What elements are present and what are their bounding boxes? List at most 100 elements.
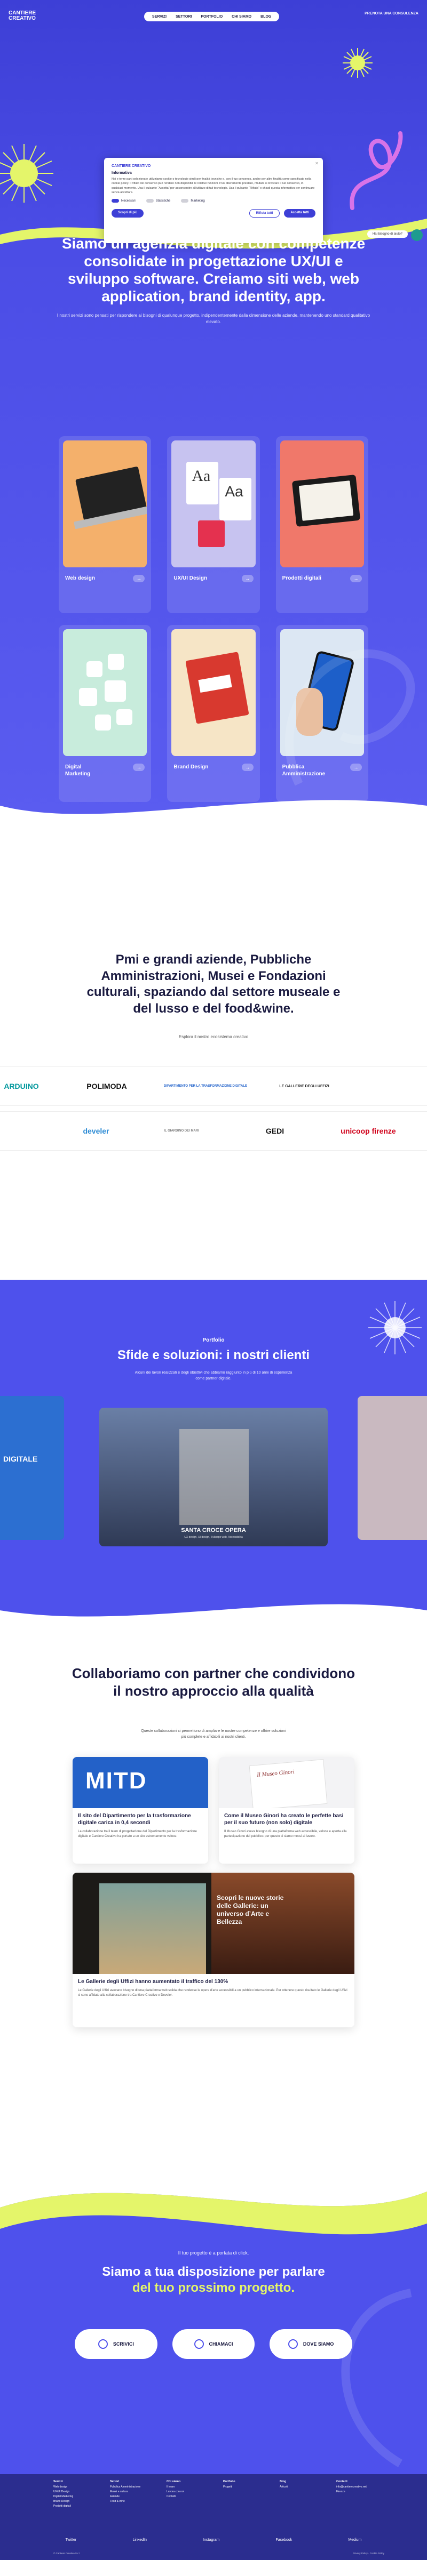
client-logo-giardino: IL GIARDINO DEI MARI [164,1129,199,1133]
client-logo-gedi: GEDI [265,1127,284,1135]
cookie-option-necessari[interactable]: Necessari [112,199,136,203]
client-logo-dipartimento: DIPARTIMENTO PER LA TRASFORMAZIONE DIGIT… [163,1085,248,1088]
case-text: Il Museo Ginori aveva bisogno di una pia… [224,1830,347,1838]
slide-meta: UX design, UI design, Sviluppo web, Acce… [184,1536,243,1539]
logo-line-2: CREATIVO [9,15,36,21]
uffizi-image: Scopri le nuove storie delle Gallerie: u… [73,1873,354,1974]
sun-decoration-icon [343,48,373,78]
legal-links[interactable]: Privacy Policy · Cookie Policy [353,2552,384,2555]
nav-item-chi-siamo[interactable]: CHI SIAMO [228,15,255,19]
cookie-reject-button[interactable]: Rifiuta tutti [249,209,280,218]
hero-subtext: I nostri servizi sono pensati per rispon… [57,313,370,325]
footer-link[interactable]: Digital Marketing [53,2494,101,2499]
footer-link[interactable]: Prodotti digitali [53,2504,101,2509]
clients-subtext[interactable]: Esplora il nostro ecosistema creativo [0,1034,427,1039]
footer-link[interactable]: Pubblica Amministrazione [110,2485,158,2490]
cookie-text: Noi e terze parti selezionate utilizziam… [112,178,315,194]
portfolio-tag: Portfolio [202,1337,225,1343]
footer-link[interactable]: Il team [167,2485,215,2490]
case-title: Le Gallerie degli Uffizi hanno aumentato… [78,1979,228,1985]
painting-image [99,1883,206,1974]
partners-subtext: Queste collaborazioni ci permettono di a… [141,1729,286,1739]
social-link-medium[interactable]: Medium [348,2538,361,2542]
footer-column: Settori Pubblica Amministrazione Musei e … [110,2479,158,2509]
footer-link: Firenze [336,2490,345,2493]
nav-item-portfolio[interactable]: PORTFOLIO [197,15,226,19]
contact-section: Il tuo progetto è a portata di click. Si… [0,2170,427,2474]
social-link-linkedin[interactable]: LinkedIn [132,2538,146,2542]
arrow-right-icon: → [241,764,254,771]
where-we-are-button[interactable]: DOVE SIAMO [270,2329,353,2359]
cookie-option-marketing[interactable]: Marketing [181,199,205,203]
service-card-ux-ui-design[interactable]: Aa Aa UX/UI Design → [167,436,260,613]
clients-section: Pmi e grandi aziende, Pubbliche Amminist… [0,826,427,1280]
case-study-card[interactable]: Il Museo Ginori Come il Museo Ginori ha … [219,1757,354,1864]
legal-bar: © Cantiere Creativo S.r.l. Privacy Polic… [53,2552,384,2555]
case-study-card[interactable]: MITD Il sito del Dipartimento per la tra… [73,1757,208,1864]
service-card-prodotti-digitali[interactable]: Prodotti digitali → [275,436,368,613]
footer-link[interactable]: Articoli [280,2485,328,2490]
facade-image [179,1429,249,1525]
toggle-icon [112,199,119,203]
button-label: DOVE SIAMO [303,2341,334,2347]
contact-headline: Siamo a tua disposizione per parlare del… [96,2264,331,2296]
service-card-digital-marketing[interactable]: Digital Marketing → [59,625,152,802]
social-link-instagram[interactable]: Instagram [203,2538,219,2542]
footer-link[interactable]: info@cantierecreativo.net [336,2485,384,2490]
cookie-accept-button[interactable]: Accetta tutti [284,209,315,218]
portfolio-slide-current[interactable]: SANTA CROCE OPERA UX design, UI design, … [99,1408,328,1546]
service-label: Prodotti digitali [282,575,321,581]
nav-item-servizi[interactable]: SERVIZI [148,15,170,19]
option-label: Statistiche [155,199,171,203]
social-link-twitter[interactable]: Twitter [66,2538,77,2542]
nav-item-blog[interactable]: BLOG [257,15,275,19]
write-us-button[interactable]: SCRIVICI [75,2329,157,2359]
sun-decoration-icon [0,144,53,203]
footer-column-head: Chi siamo [167,2480,181,2483]
footer-columns: Servizi Web design UX/UI Design Digital Ma… [53,2479,384,2509]
footer-link[interactable]: Lavora con noi [167,2490,215,2494]
call-us-button[interactable]: CHIAMACI [172,2329,255,2359]
wave-divider [0,800,427,826]
footer-link[interactable]: Web design [53,2485,101,2490]
image-label: MITD [85,1768,147,1794]
footer-link[interactable]: UX/UI Design [53,2490,101,2494]
location-pin-icon [288,2339,298,2349]
service-card-brand-design[interactable]: Brand Design → [167,625,260,802]
footer-column-head: Contatti [336,2480,347,2483]
social-link-facebook[interactable]: Facebook [275,2538,292,2542]
arrow-right-icon: → [241,575,254,582]
nav-item-settori[interactable]: SETTORI [172,15,195,19]
hero-headline: Siamo un'agenzia digitale con competenze… [61,235,366,305]
footer-link[interactable]: Progetti [223,2485,271,2490]
footer-column: Contatti info@cantierecreativo.net Firenz… [336,2479,384,2509]
close-icon[interactable]: ✕ [315,161,319,166]
service-card-web-design[interactable]: Web design → [59,436,152,613]
client-logo-uffizi: LE GALLERIE DEGLI UFFIZI [279,1084,329,1088]
chat-icon[interactable] [411,229,423,241]
headline-highlight: del tuo prossimo progetto. [132,2281,295,2295]
consult-cta-link[interactable]: PRENOTA UNA CONSULENZA [365,12,418,15]
toggle-icon [181,199,189,203]
case-study-card[interactable]: Scopri le nuove storie delle Gallerie: u… [73,1873,354,2027]
case-text: La collaborazione tra il team di progett… [78,1830,197,1838]
footer-column: Portfolio Progetti [223,2479,271,2509]
footer-link[interactable]: Brand Design [53,2499,101,2504]
cookie-customize-button[interactable]: Scopri di più [112,209,144,218]
footer-link[interactable]: Musei e cultura [110,2490,158,2494]
button-label: CHIAMACI [209,2341,233,2347]
case-text: Le Gallerie degli Uffizi avevano bisogno… [78,1989,347,1997]
arrow-right-icon: → [133,575,145,582]
laptop-icon [63,440,147,567]
image-overlay-text: Scopri le nuove storie delle Gallerie: u… [217,1894,284,1925]
footer-link[interactable]: Food & wine [110,2499,158,2504]
footer-link[interactable]: Contatti [167,2494,215,2499]
logo[interactable]: CANTIERE CREATIVO [9,10,41,22]
footer-column-head: Settori [110,2480,120,2483]
portfolio-slide-prev[interactable]: DIGITALE [0,1396,64,1540]
footer-link[interactable]: Aziende [110,2494,158,2499]
tablet-icon [280,440,364,567]
cookie-option-statistiche[interactable]: Statistiche [146,199,171,203]
portfolio-section: Portfolio Sfide e soluzioni: i nostri cl… [0,1280,427,1626]
portfolio-slide-next[interactable] [358,1396,427,1540]
